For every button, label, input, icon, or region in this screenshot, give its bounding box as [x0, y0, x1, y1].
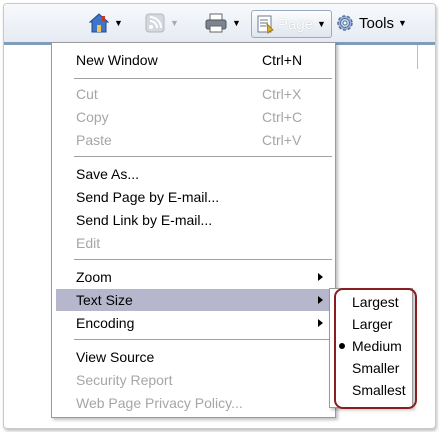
menu-item-text-size[interactable]: Text Size [56, 289, 331, 311]
menu-item-label: Security Report [76, 372, 173, 388]
page-icon [257, 15, 274, 34]
selected-bullet-icon [339, 343, 345, 349]
menu-item-shortcut: Ctrl+X [262, 86, 302, 102]
menu-item-send-page[interactable]: Send Page by E-mail... [56, 186, 331, 208]
menu-item-label: Copy [76, 109, 109, 125]
page-menu-button[interactable]: Page ▼ [251, 10, 332, 38]
menu-item-label: Encoding [76, 315, 135, 331]
submenu-item-label: Smaller [352, 360, 400, 376]
menu-item-label: Text Size [76, 292, 133, 308]
menu-item-shortcut: Ctrl+N [262, 52, 303, 68]
submenu-item-larger[interactable]: Larger [330, 313, 412, 335]
menu-separator [74, 339, 332, 340]
browser-window: ▼ ▼ ▼ Page ▼ Tools ▼ New Window Ctrl+N C… [3, 3, 436, 429]
menu-item-zoom[interactable]: Zoom [56, 266, 331, 288]
submenu-item-label: Largest [352, 294, 399, 310]
menu-item-copy: Copy Ctrl+C [56, 106, 331, 128]
tools-menu-button[interactable]: Tools ▼ [335, 10, 407, 36]
submenu-arrow-icon [318, 273, 323, 281]
home-button[interactable]: ▼ [88, 10, 123, 36]
menu-item-encoding[interactable]: Encoding [56, 312, 331, 334]
page-dropdown-arrow: ▼ [317, 19, 326, 29]
menu-item-save-as[interactable]: Save As... [56, 163, 331, 185]
print-button[interactable]: ▼ [204, 10, 241, 36]
menu-separator [74, 78, 332, 79]
page-edge [417, 45, 418, 69]
submenu-item-largest[interactable]: Largest [330, 291, 412, 313]
menu-item-label: Send Link by E-mail... [76, 212, 213, 228]
menu-item-label: Save As... [76, 166, 140, 182]
menu-item-label: New Window [76, 52, 158, 68]
text-size-submenu: Largest Larger Medium Smaller Smallest [329, 288, 413, 408]
menu-item-shortcut: Ctrl+C [262, 109, 303, 125]
submenu-item-medium[interactable]: Medium [330, 335, 412, 357]
submenu-arrow-icon [318, 296, 323, 304]
menu-item-label: Paste [76, 132, 112, 148]
menu-item-send-link[interactable]: Send Link by E-mail... [56, 209, 331, 231]
submenu-item-smaller[interactable]: Smaller [330, 357, 412, 379]
print-dropdown-arrow[interactable]: ▼ [232, 18, 241, 28]
submenu-item-smallest[interactable]: Smallest [330, 379, 412, 401]
feeds-dropdown-arrow: ▼ [170, 18, 179, 28]
page-menu-label: Page [278, 15, 314, 33]
menu-item-label: View Source [76, 349, 155, 365]
tools-menu-label: Tools [359, 14, 395, 32]
home-dropdown-arrow[interactable]: ▼ [114, 18, 123, 28]
submenu-item-label: Larger [352, 316, 393, 332]
menu-item-label: Zoom [76, 269, 112, 285]
menu-item-view-source[interactable]: View Source [56, 346, 331, 368]
submenu-item-label: Smallest [352, 382, 406, 398]
menu-item-security-report: Security Report [56, 369, 331, 391]
menu-item-label: Edit [76, 235, 101, 251]
menu-item-new-window[interactable]: New Window Ctrl+N [56, 49, 331, 71]
gear-icon [337, 15, 353, 31]
menu-item-cut: Cut Ctrl+X [56, 83, 331, 105]
print-icon [205, 13, 227, 33]
menu-item-edit: Edit [56, 232, 331, 254]
menu-separator [74, 259, 332, 260]
menu-item-label: Web Page Privacy Policy... [76, 395, 243, 411]
menu-separator [74, 156, 332, 157]
tools-dropdown-arrow: ▼ [398, 18, 407, 28]
page-menu: New Window Ctrl+N Cut Ctrl+X Copy Ctrl+C… [51, 42, 336, 418]
menu-item-label: Send Page by E-mail... [76, 189, 220, 205]
feeds-icon [145, 13, 165, 33]
home-icon [88, 13, 110, 33]
menu-item-paste: Paste Ctrl+V [56, 129, 331, 151]
menu-item-label: Cut [76, 86, 98, 102]
command-bar: ▼ ▼ ▼ Page ▼ Tools ▼ [4, 4, 435, 42]
feeds-button[interactable]: ▼ [144, 10, 179, 36]
menu-item-shortcut: Ctrl+V [262, 132, 302, 148]
menu-item-privacy-policy: Web Page Privacy Policy... [56, 392, 331, 414]
submenu-arrow-icon [318, 319, 323, 327]
submenu-item-label: Medium [352, 338, 402, 354]
